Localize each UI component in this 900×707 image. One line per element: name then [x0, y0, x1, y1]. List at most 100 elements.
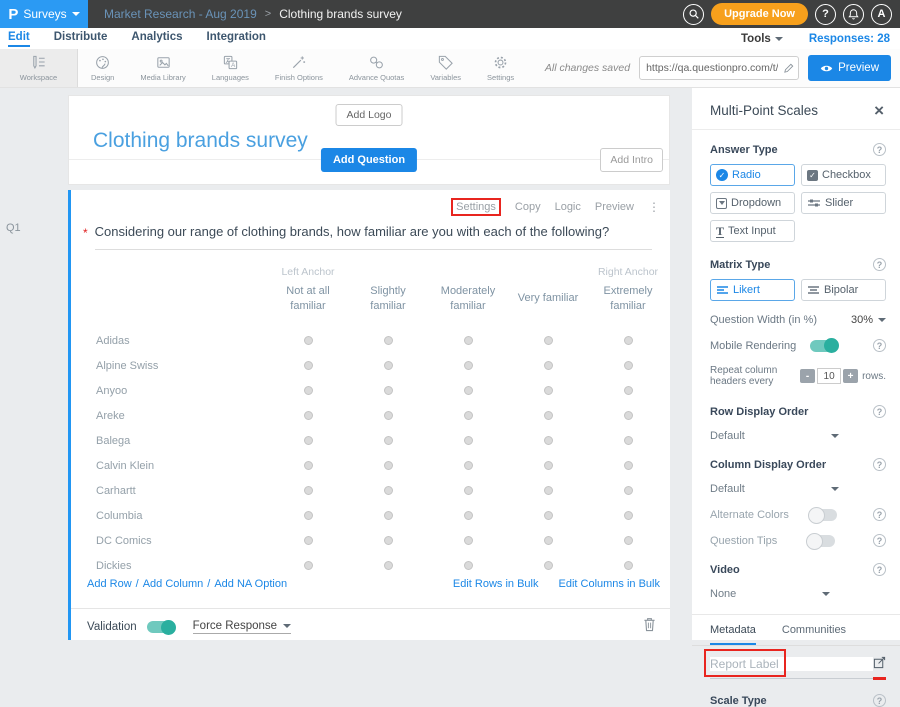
breadcrumb-survey-name[interactable]: Clothing brands survey: [279, 7, 402, 21]
decrement-button[interactable]: -: [800, 369, 815, 383]
row-label[interactable]: Alpine Swiss: [71, 360, 268, 372]
answer-type-text-input[interactable]: TText Input: [710, 220, 795, 242]
help-icon[interactable]: ?: [873, 339, 886, 352]
radio-button[interactable]: [544, 386, 553, 395]
question-text[interactable]: Considering our range of clothing brands…: [95, 224, 652, 250]
matrix-type-bipolar[interactable]: Bipolar: [801, 279, 886, 301]
add-intro-button[interactable]: Add Intro: [600, 148, 663, 172]
breadcrumb-folder[interactable]: Market Research - Aug 2019: [104, 7, 257, 21]
radio-button[interactable]: [464, 486, 473, 495]
help-icon[interactable]: ?: [873, 458, 886, 471]
radio-button[interactable]: [544, 436, 553, 445]
radio-button[interactable]: [624, 536, 633, 545]
survey-title[interactable]: Clothing brands survey: [93, 129, 308, 153]
add-na-option-link[interactable]: Add NA Option: [214, 578, 287, 590]
toolbar-item-finish-options[interactable]: Finish Options: [262, 49, 336, 87]
radio-button[interactable]: [624, 486, 633, 495]
question-settings-button[interactable]: Settings: [451, 198, 501, 216]
more-options-icon[interactable]: ⋮: [648, 200, 660, 214]
row-label[interactable]: Anyoo: [71, 385, 268, 397]
notifications-button[interactable]: [843, 4, 864, 25]
radio-button[interactable]: [384, 411, 393, 420]
radio-button[interactable]: [624, 336, 633, 345]
help-icon[interactable]: ?: [873, 534, 886, 547]
help-icon[interactable]: ?: [873, 405, 886, 418]
radio-button[interactable]: [464, 461, 473, 470]
answer-type-dropdown[interactable]: Dropdown: [710, 192, 795, 214]
responses-link[interactable]: Responses: 28: [809, 33, 890, 45]
row-label[interactable]: Calvin Klein: [71, 460, 268, 472]
row-label[interactable]: Dickies: [71, 560, 268, 572]
radio-button[interactable]: [624, 461, 633, 470]
row-label[interactable]: Carhartt: [71, 485, 268, 497]
add-row-link[interactable]: Add Row: [87, 578, 132, 590]
search-button[interactable]: [683, 4, 704, 25]
radio-button[interactable]: [464, 561, 473, 570]
toolbar-item-media-library[interactable]: Media Library: [127, 49, 198, 87]
chevron-down-icon[interactable]: [878, 318, 886, 322]
tab-distribute[interactable]: Distribute: [54, 31, 108, 47]
report-label-input[interactable]: [710, 657, 873, 671]
radio-button[interactable]: [544, 561, 553, 570]
row-label[interactable]: Columbia: [71, 510, 268, 522]
radio-button[interactable]: [384, 361, 393, 370]
pencil-icon[interactable]: [783, 61, 794, 79]
toolbar-item-languages[interactable]: A Languages: [199, 49, 262, 87]
radio-button[interactable]: [624, 561, 633, 570]
radio-button[interactable]: [384, 436, 393, 445]
radio-button[interactable]: [464, 411, 473, 420]
toolbar-item-workspace[interactable]: Workspace: [0, 49, 78, 87]
help-icon[interactable]: ?: [873, 694, 886, 707]
radio-button[interactable]: [384, 461, 393, 470]
tools-menu[interactable]: Tools: [741, 33, 783, 45]
help-icon[interactable]: ?: [873, 258, 886, 271]
radio-button[interactable]: [304, 336, 313, 345]
radio-button[interactable]: [384, 536, 393, 545]
video-dropdown[interactable]: None: [710, 588, 886, 600]
tab-communities[interactable]: Communities: [782, 624, 846, 645]
tab-metadata[interactable]: Metadata: [710, 624, 756, 645]
radio-button[interactable]: [384, 486, 393, 495]
radio-button[interactable]: [464, 386, 473, 395]
radio-button[interactable]: [384, 561, 393, 570]
radio-button[interactable]: [624, 436, 633, 445]
radio-button[interactable]: [304, 486, 313, 495]
column-header[interactable]: Moderately familiar: [428, 284, 508, 314]
question-logic-button[interactable]: Logic: [555, 201, 581, 213]
tab-edit[interactable]: Edit: [8, 31, 30, 47]
preview-button[interactable]: Preview: [808, 55, 891, 81]
radio-button[interactable]: [304, 436, 313, 445]
row-label[interactable]: Areke: [71, 410, 268, 422]
surveys-product-menu[interactable]: P Surveys: [0, 0, 88, 28]
question-copy-button[interactable]: Copy: [515, 201, 541, 213]
help-button[interactable]: ?: [815, 4, 836, 25]
radio-button[interactable]: [464, 536, 473, 545]
question-preview-button[interactable]: Preview: [595, 201, 634, 213]
radio-button[interactable]: [544, 361, 553, 370]
radio-button[interactable]: [544, 461, 553, 470]
help-icon[interactable]: ?: [873, 563, 886, 576]
radio-button[interactable]: [384, 511, 393, 520]
radio-button[interactable]: [544, 511, 553, 520]
column-header[interactable]: Not at all familiar: [268, 284, 348, 314]
radio-button[interactable]: [624, 386, 633, 395]
delete-question-button[interactable]: [643, 617, 656, 637]
alternate-colors-toggle[interactable]: [809, 509, 837, 521]
radio-button[interactable]: [304, 386, 313, 395]
radio-button[interactable]: [624, 361, 633, 370]
question-tips-toggle[interactable]: [807, 535, 835, 547]
add-question-button[interactable]: Add Question: [321, 148, 417, 172]
radio-button[interactable]: [464, 361, 473, 370]
radio-button[interactable]: [544, 336, 553, 345]
radio-button[interactable]: [304, 411, 313, 420]
radio-button[interactable]: [464, 336, 473, 345]
close-icon[interactable]: ×: [874, 102, 884, 119]
radio-button[interactable]: [544, 411, 553, 420]
toolbar-item-variables[interactable]: Variables: [417, 49, 474, 87]
matrix-type-likert[interactable]: Likert: [710, 279, 795, 301]
increment-button[interactable]: +: [843, 369, 858, 383]
help-icon[interactable]: ?: [873, 143, 886, 156]
row-display-order-dropdown[interactable]: Default: [710, 430, 886, 442]
survey-url-input[interactable]: [639, 56, 799, 80]
radio-button[interactable]: [304, 511, 313, 520]
